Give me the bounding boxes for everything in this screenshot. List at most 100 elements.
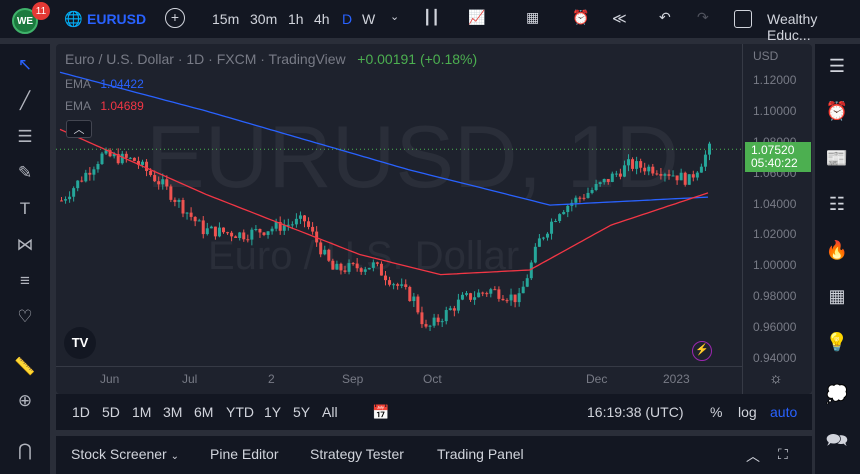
magnet-icon[interactable]: ⋂ bbox=[14, 440, 36, 462]
news-icon[interactable]: 📰 bbox=[825, 146, 849, 170]
text-icon[interactable]: T bbox=[14, 198, 36, 220]
candle bbox=[68, 196, 72, 200]
candle bbox=[497, 289, 501, 299]
candle bbox=[541, 237, 545, 239]
maximize-icon[interactable]: ⛶ bbox=[778, 446, 788, 463]
undo-icon[interactable]: ↶ bbox=[659, 9, 671, 26]
settings-gear-icon[interactable]: ☼ bbox=[769, 370, 783, 387]
candle bbox=[505, 300, 509, 302]
hotlist-fire-icon[interactable]: 🔥 bbox=[825, 238, 849, 262]
interval-4h[interactable]: 4h bbox=[314, 11, 330, 27]
indicators-icon[interactable]: 📈 bbox=[468, 9, 485, 26]
interval-30m[interactable]: 30m bbox=[250, 11, 277, 27]
candle bbox=[290, 224, 294, 226]
chart-legend: Euro / U.S. Dollar · 1D · FXCM · Trading… bbox=[65, 51, 477, 67]
candle bbox=[655, 173, 659, 175]
range-5d[interactable]: 5D bbox=[102, 404, 120, 420]
range-3m[interactable]: 3M bbox=[163, 404, 182, 420]
layout-checkbox-icon[interactable] bbox=[734, 10, 752, 28]
candle bbox=[238, 232, 242, 239]
tab-pine-editor[interactable]: Pine Editor bbox=[210, 446, 278, 462]
notification-badge: 11 bbox=[32, 2, 50, 20]
percent-toggle[interactable]: % bbox=[710, 404, 722, 420]
tab-trading-panel[interactable]: Trading Panel bbox=[437, 446, 524, 462]
candle bbox=[371, 262, 375, 268]
range-5y[interactable]: 5Y bbox=[293, 404, 310, 420]
candle bbox=[594, 184, 598, 191]
candle bbox=[319, 242, 323, 255]
goto-date-icon[interactable]: 📅 bbox=[372, 404, 389, 421]
cursor-icon[interactable]: ↖ bbox=[14, 54, 36, 76]
candle bbox=[266, 231, 270, 235]
calendar-list-icon[interactable]: ☷ bbox=[825, 192, 849, 216]
replay-icon[interactable]: ≪ bbox=[612, 10, 627, 27]
tab-strategy-tester[interactable]: Strategy Tester bbox=[310, 446, 404, 462]
clock-timezone[interactable]: 16:19:38 (UTC) bbox=[587, 404, 683, 420]
candle bbox=[226, 232, 230, 234]
time-label: Sep bbox=[342, 372, 364, 386]
layouts-icon[interactable]: ▦ bbox=[526, 9, 539, 26]
candle bbox=[217, 227, 221, 237]
price-tick: 1.10000 bbox=[753, 103, 797, 118]
forecast-icon[interactable]: ≡ bbox=[14, 270, 36, 292]
last-price-label: 1.07520 05:40:22 bbox=[745, 142, 811, 172]
interval-w[interactable]: W bbox=[362, 11, 375, 27]
range-all[interactable]: All bbox=[322, 404, 338, 420]
interval-1h[interactable]: 1h bbox=[288, 11, 304, 27]
layout-name[interactable]: Wealthy Educ... bbox=[767, 11, 860, 43]
candles-icon[interactable]: ┃┃ bbox=[423, 9, 440, 26]
chat-icon[interactable]: 💭 bbox=[825, 382, 849, 406]
candle bbox=[88, 172, 92, 175]
price-plot[interactable] bbox=[56, 44, 742, 366]
top-toolbar: WE 11 🌐 EURUSD + 15m 30m 1h 4h D W ⌄ ┃┃ … bbox=[0, 0, 860, 43]
price-axis[interactable]: USD 1.120001.100001.080001.060001.040001… bbox=[742, 44, 812, 394]
trendline-icon[interactable]: ╱ bbox=[14, 90, 36, 112]
tab-stock-screener[interactable]: Stock Screener ⌄ bbox=[71, 446, 179, 462]
candle bbox=[274, 222, 278, 229]
chevron-up-icon[interactable]: ︿ bbox=[746, 446, 760, 466]
range-1d[interactable]: 1D bbox=[72, 404, 90, 420]
interval-15m[interactable]: 15m bbox=[212, 11, 239, 27]
fib-icon[interactable]: ☰ bbox=[14, 126, 36, 148]
candle bbox=[460, 294, 464, 300]
alarm-clock-icon[interactable]: ⏰ bbox=[825, 99, 849, 123]
brush-icon[interactable]: ✎ bbox=[14, 162, 36, 184]
range-ytd[interactable]: YTD bbox=[226, 404, 254, 420]
zoom-icon[interactable]: ⊕ bbox=[14, 390, 36, 412]
compare-add-icon[interactable]: + bbox=[165, 8, 185, 28]
candle bbox=[420, 312, 424, 325]
candle bbox=[307, 221, 311, 227]
auto-toggle[interactable]: auto bbox=[770, 404, 797, 420]
candle bbox=[124, 153, 128, 158]
ema-slow-legend[interactable]: EMA 1.04689 bbox=[65, 99, 144, 113]
candle bbox=[469, 293, 473, 300]
collapse-legend-button[interactable]: ︿ bbox=[66, 120, 92, 138]
range-6m[interactable]: 6M bbox=[194, 404, 213, 420]
symbol-search[interactable]: EURUSD bbox=[87, 11, 146, 27]
interval-d[interactable]: D bbox=[342, 11, 352, 27]
chart-pane[interactable]: EURUSD, 1D Euro / U.S. Dollar Euro / U.S… bbox=[56, 44, 812, 394]
redo-icon[interactable]: ↷ bbox=[697, 9, 709, 26]
ideas-bulb-icon[interactable]: 💡 bbox=[825, 330, 849, 354]
price-tick: 0.98000 bbox=[753, 289, 797, 304]
heart-icon[interactable]: ♡ bbox=[14, 306, 36, 328]
log-toggle[interactable]: log bbox=[738, 404, 757, 420]
tradingview-logo[interactable]: TV bbox=[64, 327, 96, 359]
legend-title: Euro / U.S. Dollar · 1D · FXCM · Trading… bbox=[65, 51, 346, 67]
chevron-down-icon[interactable]: ⌄ bbox=[390, 10, 399, 23]
lightning-icon[interactable]: ⚡ bbox=[692, 341, 712, 361]
alert-icon[interactable]: ⏰ bbox=[572, 9, 589, 26]
calendar-icon[interactable]: ▦ bbox=[825, 284, 849, 308]
ruler-icon[interactable]: 📏 bbox=[14, 356, 36, 378]
community-chat-icon[interactable]: 🗪 bbox=[825, 428, 849, 452]
currency-selector[interactable]: USD bbox=[753, 49, 778, 63]
range-1y[interactable]: 1Y bbox=[264, 404, 281, 420]
watchlist-icon[interactable]: ☰ bbox=[825, 54, 849, 78]
pattern-icon[interactable]: ⋈ bbox=[14, 234, 36, 256]
candle bbox=[355, 263, 359, 269]
ema-fast-legend[interactable]: EMA 1.04422 bbox=[65, 77, 144, 91]
range-1m[interactable]: 1M bbox=[132, 404, 151, 420]
candle bbox=[586, 192, 590, 198]
price-tick: 1.04000 bbox=[753, 196, 797, 211]
candle bbox=[177, 200, 181, 202]
